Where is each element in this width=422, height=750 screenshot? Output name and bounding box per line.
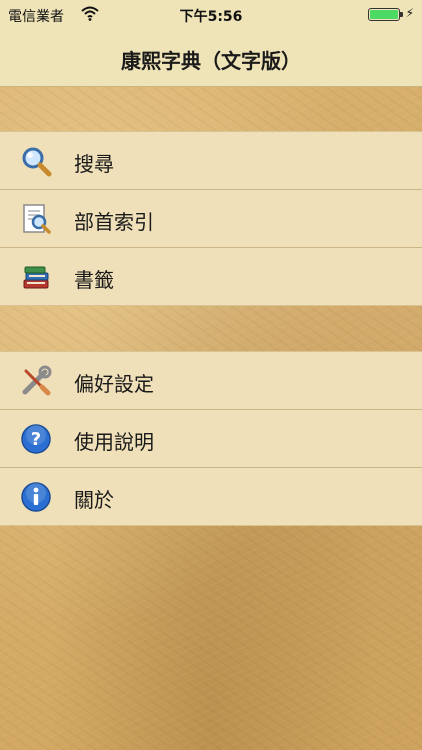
battery-icon: [368, 8, 403, 21]
nav-bar: 康熙字典（文字版）: [0, 30, 422, 87]
info-icon: [21, 482, 51, 512]
menu-item-label: 書籤: [74, 268, 114, 292]
menu-item-help[interactable]: ? 使用說明: [0, 410, 422, 468]
index-document-icon: [23, 204, 51, 234]
help-icon: ?: [21, 424, 51, 454]
menu-item-bookmarks[interactable]: 書籤: [0, 248, 422, 305]
svg-text:?: ?: [31, 429, 41, 450]
battery-nub: [400, 12, 403, 17]
menu-item-label: 偏好設定: [74, 372, 154, 396]
status-bar: 電信業者 下午5:56 ⚡: [0, 0, 422, 30]
menu-item-label: 使用說明: [74, 430, 154, 454]
menu-item-label: 部首索引: [74, 210, 154, 234]
status-time: 下午5:56: [179, 9, 243, 25]
menu-item-label: 搜尋: [74, 152, 114, 176]
menu-item-preferences[interactable]: 偏好設定: [0, 352, 422, 410]
menu-group-main: 搜尋 部首索引 書籤: [0, 131, 422, 306]
tools-icon: [22, 365, 52, 396]
bookmark-books-icon: [23, 266, 49, 289]
menu-item-radical-index[interactable]: 部首索引: [0, 190, 422, 248]
charging-icon: ⚡: [405, 6, 414, 20]
battery-fill: [370, 10, 398, 19]
page-title: 康熙字典（文字版）: [121, 49, 301, 73]
menu-item-label: 關於: [74, 488, 114, 512]
menu-item-search[interactable]: 搜尋: [0, 132, 422, 190]
menu-item-about[interactable]: 關於: [0, 468, 422, 525]
magnifier-icon: [22, 147, 52, 177]
menu-group-settings: 偏好設定 ? 使用說明 關於: [0, 351, 422, 526]
